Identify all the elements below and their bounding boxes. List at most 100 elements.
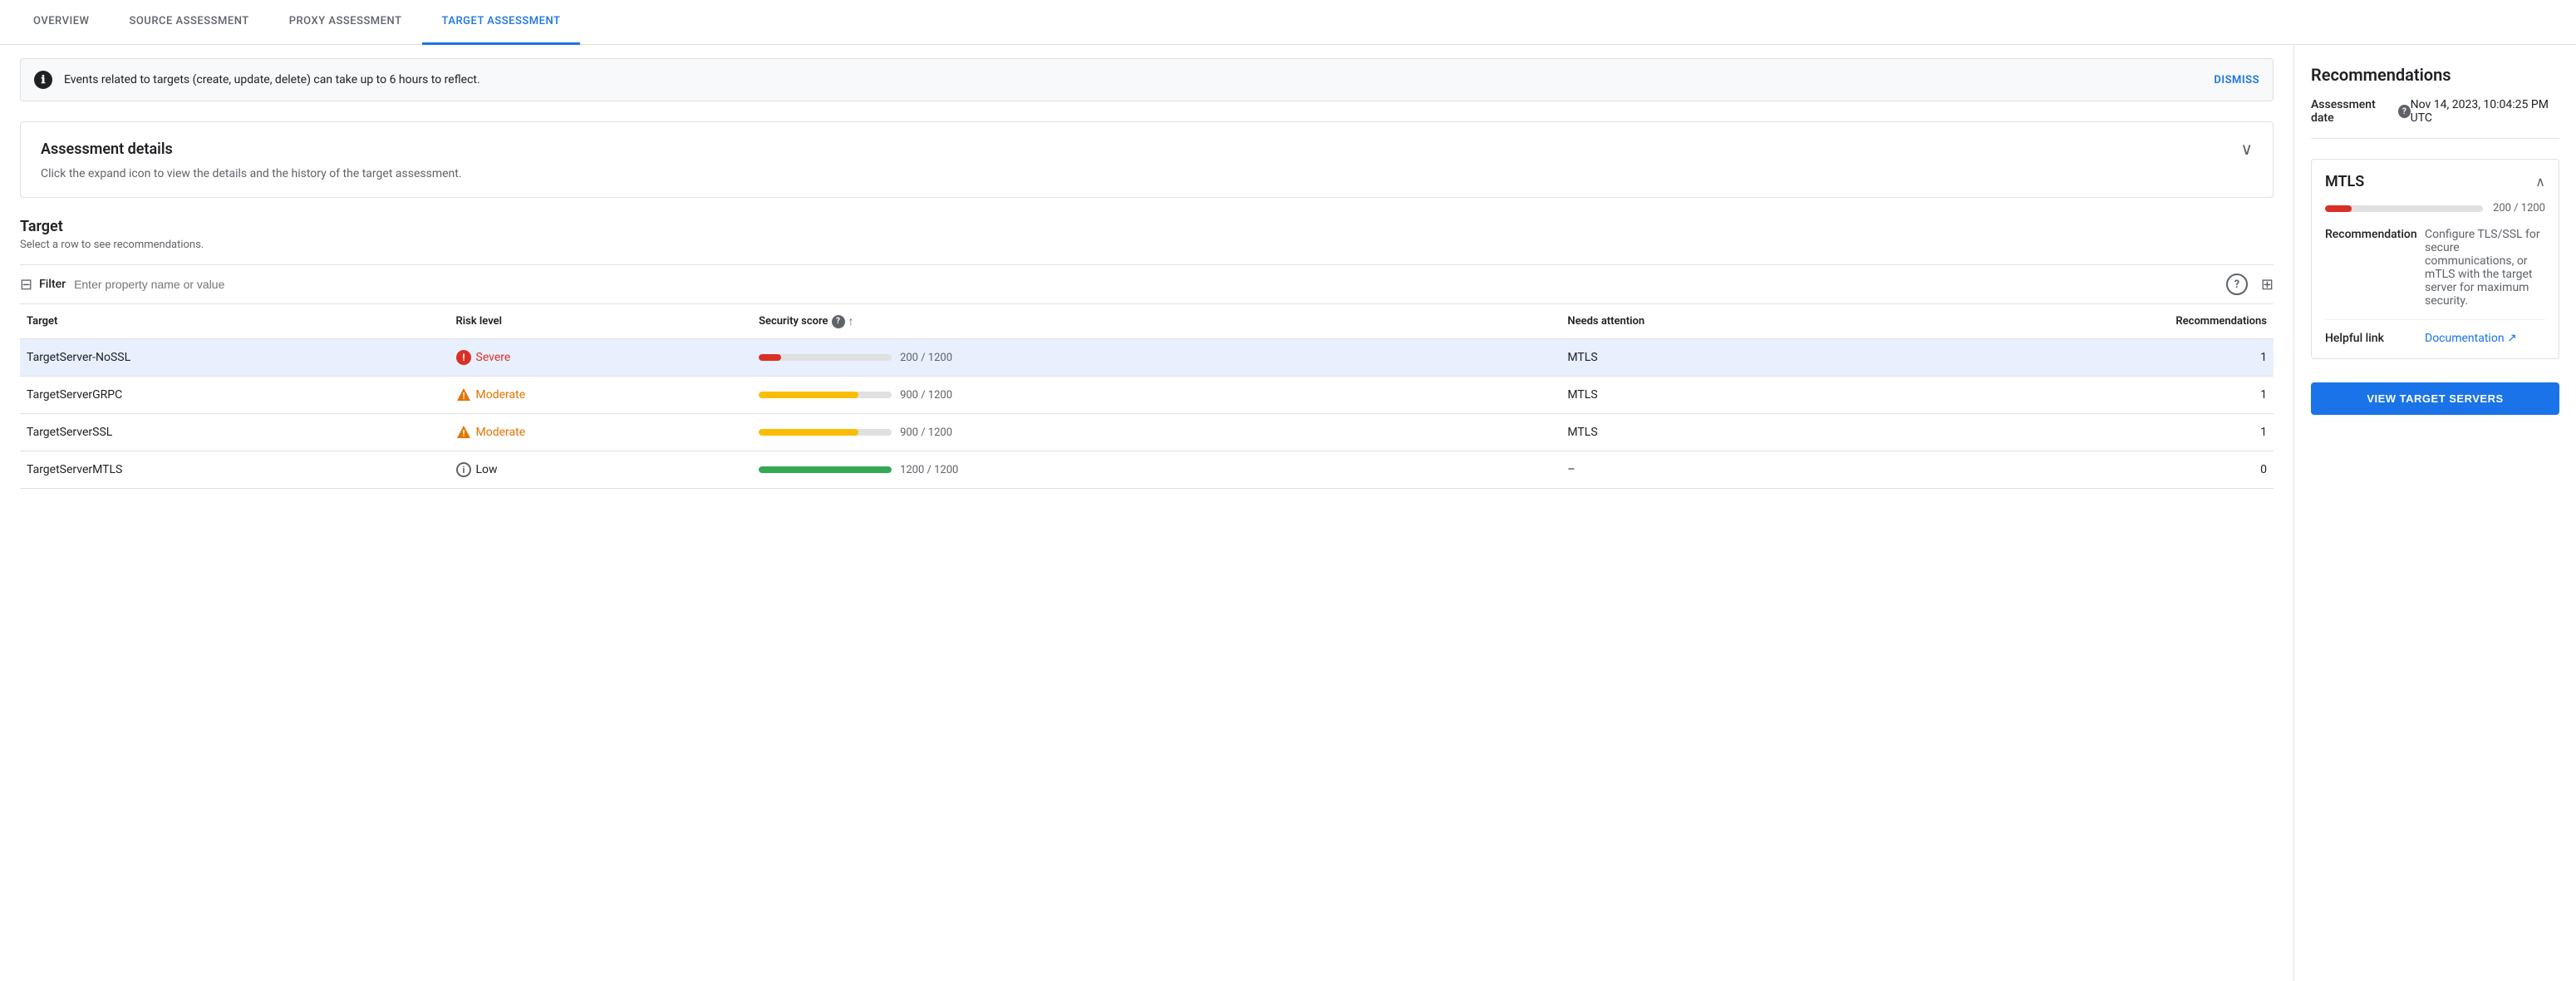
score-bar [759, 466, 892, 473]
cell-needs-attention: – [1561, 451, 1891, 489]
table-row[interactable]: TargetServerMTLS i Low 1200 / 1200 – 0 [20, 451, 2274, 489]
table-row[interactable]: TargetServer-NoSSL ! Severe 200 / 1200 M… [20, 339, 2274, 377]
columns-icon[interactable]: ⊞ [2261, 276, 2274, 293]
cell-security-score: 200 / 1200 [752, 339, 1561, 377]
cell-needs-attention: MTLS [1561, 339, 1891, 377]
tab-bar: OVERVIEW SOURCE ASSESSMENT PROXY ASSESSM… [0, 0, 2576, 45]
score-bar-fill [759, 354, 781, 361]
assessment-details-title: Assessment details [41, 140, 173, 158]
sort-up-icon[interactable]: ↑ [848, 314, 854, 328]
cell-recommendations: 0 [1891, 451, 2274, 489]
mtls-score-fill [2325, 205, 2352, 212]
security-score-info-icon: ? [832, 315, 845, 328]
tab-target-assessment[interactable]: TARGET ASSESSMENT [422, 0, 581, 45]
cell-risk-level: i Low [450, 451, 753, 489]
target-table: Target Risk level Security score ? ↑ [20, 304, 2274, 489]
mtls-header: MTLS ∧ [2325, 173, 2545, 190]
banner-text: Events related to targets (create, updat… [64, 73, 2200, 86]
chevron-down-icon[interactable]: ∨ [2240, 139, 2253, 159]
score-bar [759, 354, 892, 361]
mtls-recommendation-value: Configure TLS/SSL for secure communicati… [2425, 228, 2545, 308]
mtls-section: MTLS ∧ 200 / 1200 Recommendation Configu… [2311, 159, 2559, 359]
cell-target: TargetServerSSL [20, 414, 450, 451]
mtls-score-row: 200 / 1200 [2325, 202, 2545, 214]
assessment-date-row: Assessment date ? Nov 14, 2023, 10:04:25… [2311, 98, 2559, 139]
cell-security-score: 900 / 1200 [752, 377, 1561, 414]
score-bar [759, 429, 892, 436]
svg-text:!: ! [462, 352, 465, 363]
target-section-subtitle: Select a row to see recommendations. [20, 239, 2274, 251]
mtls-recommendation-label: Recommendation [2325, 228, 2425, 308]
cell-risk-level: ! Severe [450, 339, 753, 377]
cell-recommendations: 1 [1891, 414, 2274, 451]
svg-text:!: ! [462, 391, 465, 402]
risk-level-icon: i [456, 462, 471, 477]
recommendations-title: Recommendations [2311, 65, 2559, 85]
mtls-score-text: 200 / 1200 [2493, 202, 2545, 214]
tab-overview[interactable]: OVERVIEW [13, 0, 109, 45]
help-button[interactable]: ? [2226, 274, 2248, 295]
filter-input[interactable] [74, 278, 2226, 291]
score-bar [759, 392, 892, 398]
col-needs-attention: Needs attention [1561, 304, 1891, 339]
assessment-details-header: Assessment details ∨ [41, 139, 2253, 159]
svg-text:i: i [462, 465, 465, 476]
score-text: 900 / 1200 [900, 389, 966, 402]
score-text: 200 / 1200 [900, 352, 966, 364]
tab-proxy-assessment[interactable]: PROXY ASSESSMENT [269, 0, 422, 45]
left-panel: ℹ Events related to targets (create, upd… [0, 45, 2293, 981]
risk-level-text: Moderate [476, 426, 526, 439]
view-target-servers-button[interactable]: VIEW TARGET SERVERS [2311, 382, 2559, 415]
assessment-details-description: Click the expand icon to view the detail… [41, 167, 2253, 180]
mtls-helpful-link-row: Helpful link Documentation ↗ [2325, 332, 2545, 345]
score-bar-fill [759, 466, 892, 473]
mtls-score-bar [2325, 205, 2483, 212]
risk-level-icon: ! [456, 425, 471, 440]
cell-risk-level: ! Moderate [450, 377, 753, 414]
risk-level-text: Low [476, 463, 498, 476]
cell-security-score: 1200 / 1200 [752, 451, 1561, 489]
dismiss-button[interactable]: DISMISS [2214, 74, 2259, 86]
cell-security-score: 900 / 1200 [752, 414, 1561, 451]
assessment-details-card: Assessment details ∨ Click the expand ic… [20, 121, 2274, 198]
mtls-helpful-link-label: Helpful link [2325, 332, 2425, 345]
risk-level-text: Moderate [476, 388, 526, 402]
mtls-documentation-link[interactable]: Documentation ↗ [2425, 332, 2517, 345]
col-target: Target [20, 304, 450, 339]
mtls-chevron-up-icon[interactable]: ∧ [2535, 174, 2545, 190]
cell-needs-attention: MTLS [1561, 377, 1891, 414]
mtls-title: MTLS [2325, 173, 2364, 190]
col-security-score: Security score ? ↑ [752, 304, 1561, 339]
filter-icon: ⊟ [20, 276, 32, 293]
filter-icon-area: ⊟ Filter [20, 276, 66, 293]
tab-source-assessment[interactable]: SOURCE ASSESSMENT [109, 0, 268, 45]
cell-target: TargetServer-NoSSL [20, 339, 450, 377]
right-panel: Recommendations Assessment date ? Nov 14… [2293, 45, 2576, 981]
filter-actions: ? ⊞ [2226, 274, 2274, 295]
cell-recommendations: 1 [1891, 377, 2274, 414]
info-banner: ℹ Events related to targets (create, upd… [20, 58, 2274, 101]
score-text: 1200 / 1200 [900, 464, 966, 476]
assessment-date-value: Nov 14, 2023, 10:04:25 PM UTC [2411, 98, 2559, 125]
score-bar-fill [759, 429, 858, 436]
svg-text:!: ! [462, 428, 465, 439]
table-row[interactable]: TargetServerSSL ! Moderate 900 / 1200 MT… [20, 414, 2274, 451]
table-row[interactable]: TargetServerGRPC ! Moderate 900 / 1200 M… [20, 377, 2274, 414]
col-risk-level: Risk level [450, 304, 753, 339]
filter-label: Filter [39, 278, 66, 291]
info-circle-icon: ℹ [34, 71, 52, 89]
table-header-row: Target Risk level Security score ? ↑ [20, 304, 2274, 339]
cell-target: TargetServerGRPC [20, 377, 450, 414]
cell-target: TargetServerMTLS [20, 451, 450, 489]
score-bar-fill [759, 392, 858, 398]
target-section: Target Select a row to see recommendatio… [20, 218, 2274, 489]
cell-needs-attention: MTLS [1561, 414, 1891, 451]
cell-risk-level: ! Moderate [450, 414, 753, 451]
main-layout: ℹ Events related to targets (create, upd… [0, 45, 2576, 981]
assessment-date-label: Assessment date ? [2311, 98, 2411, 125]
filter-bar: ⊟ Filter ? ⊞ [20, 264, 2274, 304]
assessment-date-info-icon: ? [2398, 105, 2411, 118]
cell-recommendations: 1 [1891, 339, 2274, 377]
target-section-title: Target [20, 218, 2274, 235]
score-text: 900 / 1200 [900, 426, 966, 439]
